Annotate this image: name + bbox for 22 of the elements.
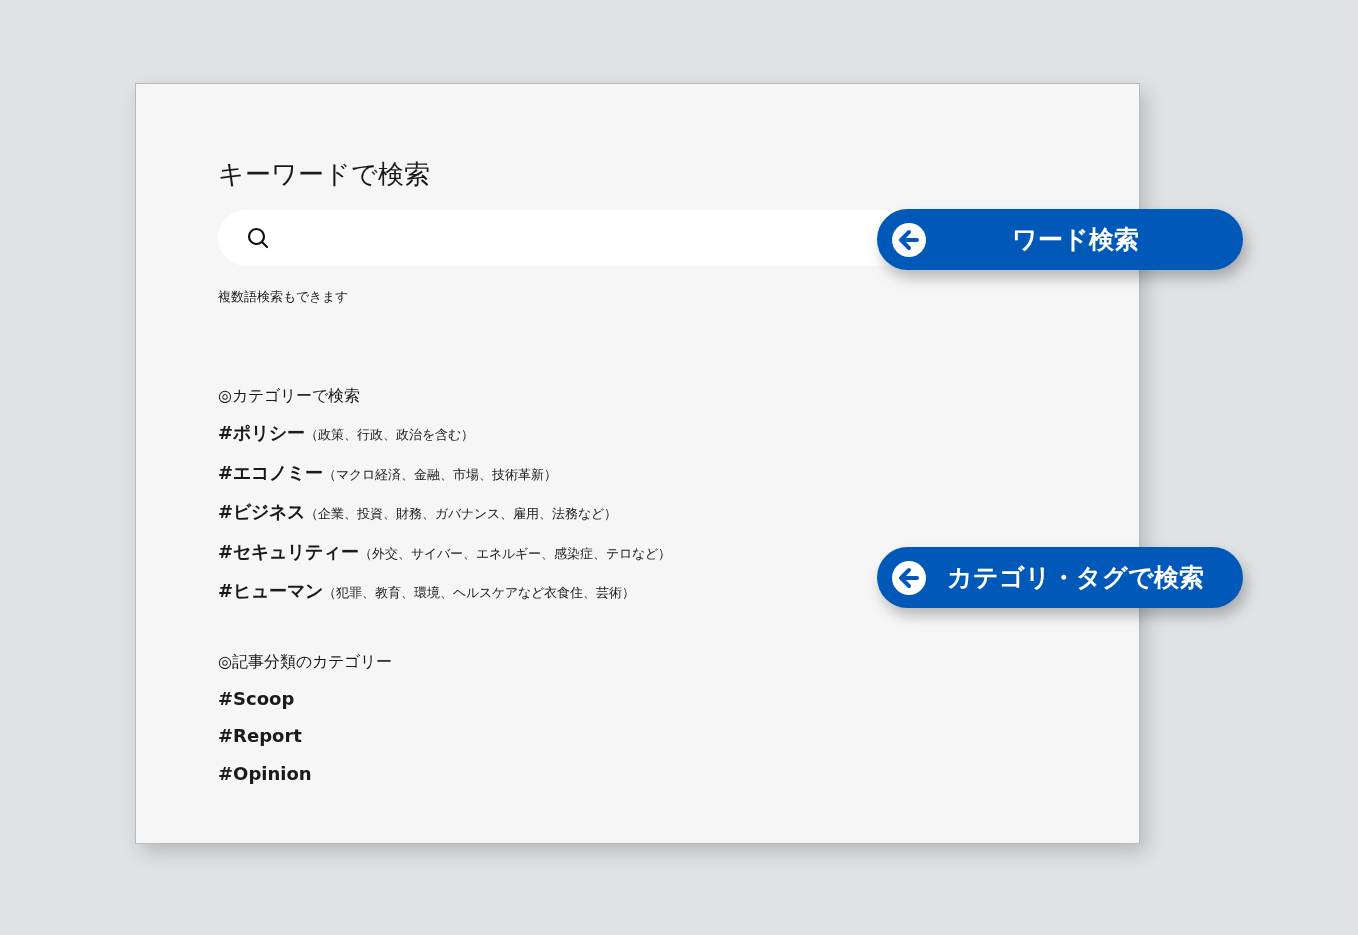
tag-link[interactable]: #ビジネス — [218, 493, 306, 531]
search-icon — [246, 226, 270, 250]
tag-link[interactable]: #Scoop — [218, 679, 295, 717]
tag-link[interactable]: #ヒューマン — [218, 572, 324, 610]
tag-description: （外交、サイバー、エネルギー、感染症、テロなど） — [359, 544, 672, 563]
tag-link[interactable]: #Opinion — [218, 754, 312, 792]
tag-link[interactable]: #エコノミー — [218, 453, 324, 491]
page-title: キーワードで検索 — [218, 158, 431, 191]
arrow-left-icon — [891, 221, 927, 258]
section-heading: ◎記事分類のカテゴリー — [218, 650, 393, 673]
callout-tooltip: ワード検索 — [877, 209, 1243, 270]
tag-description: （マクロ経済、金融、市場、技術革新） — [323, 465, 558, 484]
callout-tooltip: カテゴリ・タグで検索 — [877, 547, 1243, 608]
tag-link[interactable]: #セキュリティー — [218, 532, 360, 570]
tag-description: （企業、投資、財務、ガバナンス、雇用、法務など） — [305, 505, 618, 523]
arrow-left-icon — [891, 559, 927, 596]
tag-link[interactable]: #Report — [218, 717, 302, 755]
section-heading: ◎カテゴリーで検索 — [218, 385, 361, 407]
tag-description: （政策、行政、政治を含む） — [305, 426, 475, 444]
helper-text: 複数語検索もできます — [218, 288, 349, 306]
tag-link[interactable]: #ポリシー — [218, 414, 306, 452]
tag-description: （犯罪、教育、環境、ヘルスケアなど衣食住、芸術） — [323, 584, 636, 602]
